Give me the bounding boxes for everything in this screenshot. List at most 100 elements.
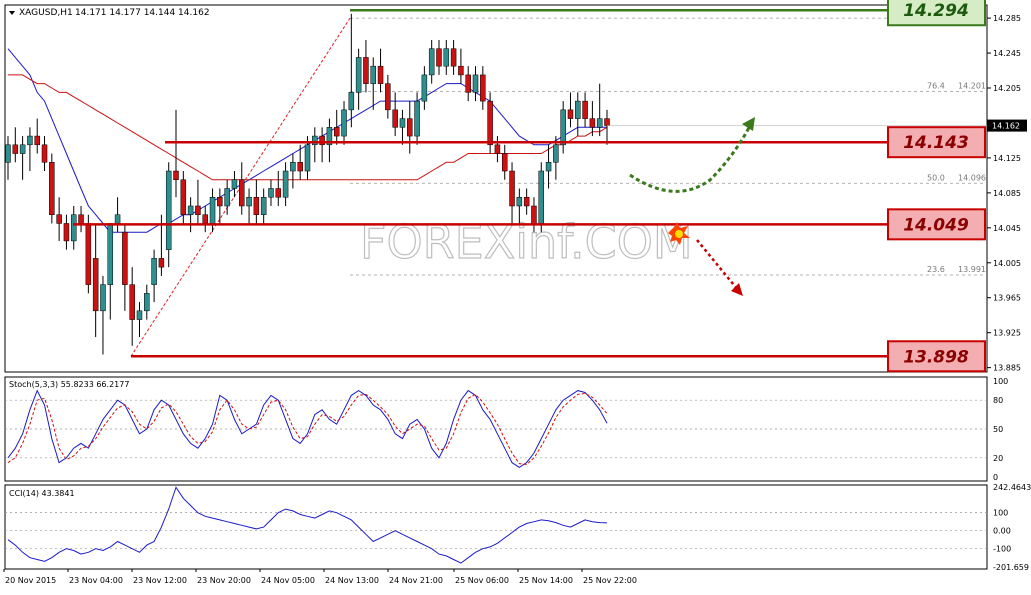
candle-body <box>319 135 325 146</box>
candle-body <box>282 170 289 198</box>
candle-body <box>107 223 114 285</box>
candle-body <box>5 144 11 163</box>
candle-body <box>421 74 428 102</box>
x-tick-label: 25 Nov 22:00 <box>583 576 637 585</box>
candle-body <box>450 48 457 67</box>
candle-body <box>487 100 493 146</box>
candle-body <box>239 179 245 207</box>
candle-body <box>589 118 596 128</box>
x-tick-label: 25 Nov 06:00 <box>455 576 509 585</box>
cci-tick-label: 100 <box>993 509 1008 518</box>
stoch-tick-label: 0 <box>993 473 998 482</box>
candle-body <box>458 65 464 76</box>
x-tick-label: 23 Nov 20:00 <box>197 576 251 585</box>
candle-body <box>531 205 537 224</box>
level-label: 13.898 <box>903 347 969 367</box>
cci-tick-label: 0.00 <box>993 527 1011 536</box>
candle-body <box>575 100 581 119</box>
y-tick-label: 14.285 <box>993 14 1021 23</box>
candle-body <box>501 153 508 172</box>
candle-body <box>100 284 106 312</box>
candle-body <box>472 74 479 93</box>
candle-body <box>246 196 252 207</box>
candle-body <box>516 196 523 207</box>
candle-body <box>136 310 143 320</box>
stoch-tick-label: 80 <box>993 396 1003 405</box>
candle-body <box>545 162 552 172</box>
candle-body <box>12 144 19 154</box>
candle-body <box>363 57 369 84</box>
candle-body <box>85 223 92 285</box>
candle-body <box>428 48 435 76</box>
y-tick-label: 14.085 <box>993 189 1021 198</box>
candle-body <box>582 100 588 119</box>
candle-body <box>129 284 135 320</box>
candle-body <box>56 214 62 224</box>
stoch-tick-label: 20 <box>993 454 1003 463</box>
candle-body <box>523 196 530 207</box>
cci-title: CCI(14) 43.3841 <box>9 489 75 498</box>
chart-window: 14.28514.24514.20514.16514.12514.08514.0… <box>0 0 1031 591</box>
candle-body <box>290 162 296 172</box>
candle-body <box>596 118 603 128</box>
candle-body <box>173 170 179 181</box>
candle-body <box>41 144 48 163</box>
candle-body <box>480 74 486 102</box>
y-tick-label: 13.925 <box>993 329 1021 338</box>
candle-body <box>567 109 574 119</box>
candle-body <box>224 188 230 207</box>
candle-body <box>180 179 187 215</box>
candle-body <box>114 214 121 224</box>
candle-body <box>151 258 157 285</box>
x-tick-label: 24 Nov 13:00 <box>325 576 379 585</box>
candle-body <box>560 109 566 146</box>
candle-body <box>385 83 391 111</box>
candle-body <box>509 170 515 207</box>
candle-body <box>407 118 413 137</box>
y-tick-label: 14.045 <box>993 224 1021 233</box>
main-panel-frame <box>4 4 988 373</box>
candle-body <box>604 118 610 126</box>
candle-body <box>19 144 26 154</box>
cci-tick-label: -201.659 <box>993 563 1029 572</box>
candle-body <box>195 205 201 215</box>
candle-body <box>341 109 347 137</box>
candle-body <box>187 205 194 215</box>
candle-body <box>304 144 311 172</box>
candle-body <box>275 188 282 198</box>
break-burst-core <box>675 230 683 238</box>
candle-body <box>253 196 260 215</box>
candle-body <box>414 100 420 137</box>
ohlc-label: 14.171 14.177 14.144 14.162 <box>75 8 210 18</box>
x-tick-label: 23 Nov 04:00 <box>69 576 123 585</box>
x-tick-label: 24 Nov 21:00 <box>389 576 443 585</box>
candle-body <box>443 48 450 67</box>
stoch-tick-label: 50 <box>993 425 1003 434</box>
fib-ratio: 23.6 <box>927 265 945 274</box>
candle-body <box>465 74 471 93</box>
candle-body <box>78 214 84 224</box>
chart-svg: 14.28514.24514.20514.16514.12514.08514.0… <box>0 0 1031 591</box>
candle-body <box>92 258 99 312</box>
cci-tick-label: -100 <box>993 545 1011 554</box>
y-tick-label: 14.125 <box>993 154 1021 163</box>
candle-body <box>355 57 362 93</box>
candle-body <box>377 65 384 84</box>
candle-body <box>538 170 545 224</box>
y-tick-label: 14.205 <box>993 84 1021 93</box>
cci-tick-label: 242.4643 <box>993 483 1031 492</box>
candle-body <box>333 127 340 137</box>
candle-body <box>370 65 376 84</box>
candle-body <box>27 135 33 146</box>
y-tick-label: 14.005 <box>993 259 1021 268</box>
candle-body <box>297 162 303 172</box>
candle-body <box>165 170 172 250</box>
candle-body <box>392 109 398 128</box>
candle-body <box>399 118 406 128</box>
candle-body <box>312 135 318 146</box>
candle-body <box>34 135 40 146</box>
candle-body <box>158 258 165 268</box>
candle-body <box>260 196 267 215</box>
candle-body <box>202 214 208 224</box>
candle-body <box>217 196 223 207</box>
